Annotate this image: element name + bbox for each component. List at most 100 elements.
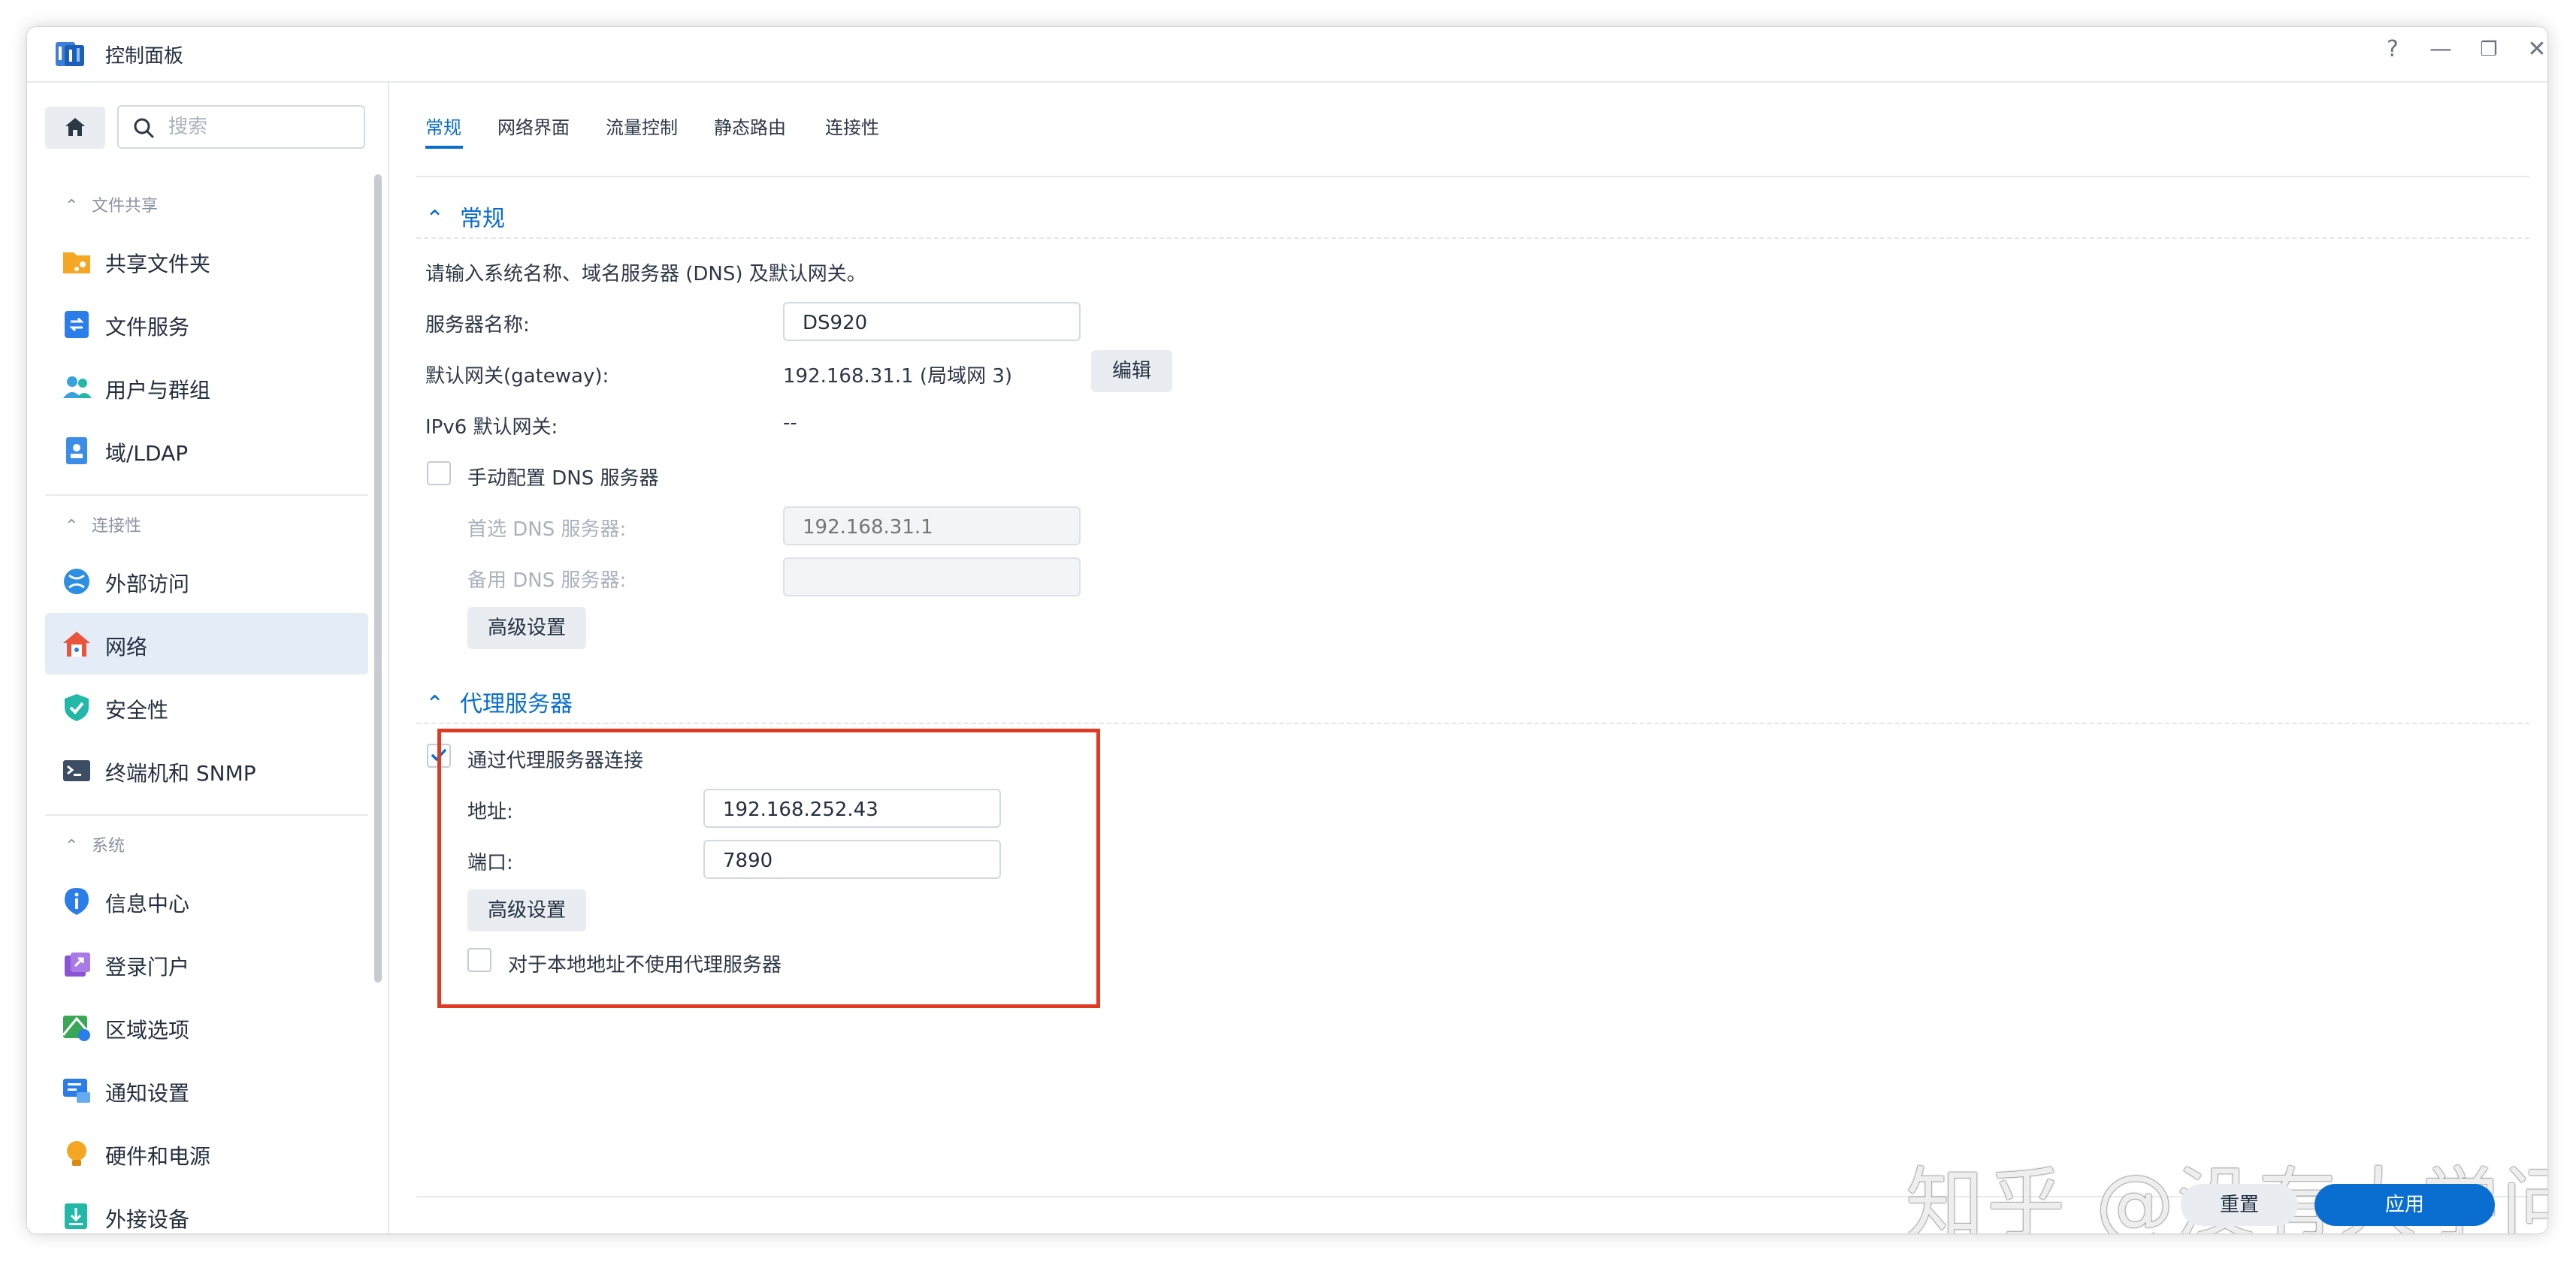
section-title: 代理服务器 <box>460 691 573 717</box>
info-icon <box>65 888 89 915</box>
tab-network-interface[interactable]: 网络界面 <box>497 113 570 139</box>
folder-share-icon <box>63 252 90 273</box>
sidebar-item-label: 登录门户 <box>105 955 190 980</box>
server-name-label: 服务器名称: <box>425 314 530 337</box>
chevron-up-icon: ⌃ <box>65 517 79 536</box>
apply-button[interactable]: 应用 <box>2314 1184 2495 1226</box>
window-title: 控制面板 <box>105 45 184 68</box>
main-panel: 常规 网络界面 流量控制 静态路由 连接性 ⌃ 常规 请输入系统名称、域名服务器 … <box>389 83 2547 1233</box>
sidebar-item-label: 区域选项 <box>105 1018 190 1043</box>
search-input[interactable] <box>167 113 350 141</box>
sidebar-item-external-devices[interactable]: 外接设备 <box>45 1185 368 1233</box>
sidebar-item-label: 终端机和 SNMP <box>105 761 256 786</box>
sidebar-item-label: 信息中心 <box>105 892 190 916</box>
external-device-icon <box>65 1203 87 1229</box>
sidebar-item-external-access[interactable]: 外部访问 <box>45 550 368 611</box>
section-header-general[interactable]: ⌃ 常规 <box>425 200 505 233</box>
home-button[interactable] <box>45 107 105 149</box>
active-tab-indicator <box>425 146 463 149</box>
sidebar-item-file-services[interactable]: 文件服务 <box>45 293 368 355</box>
sidebar: ⌃ 文件共享 共享文件夹 文件服务 用户与群组 <box>27 83 389 1233</box>
server-name-input[interactable] <box>801 309 1060 337</box>
sidebar-item-security[interactable]: 安全性 <box>45 676 368 738</box>
sidebar-item-label: 网络 <box>105 635 148 660</box>
group-label: 系统 <box>92 837 125 856</box>
ldap-icon <box>66 437 87 464</box>
group-label: 连接性 <box>92 517 142 536</box>
users-icon <box>63 376 92 398</box>
group-header-file-sharing[interactable]: ⌃ 文件共享 <box>65 192 158 216</box>
gateway-label: 默认网关(gateway): <box>425 365 609 388</box>
external-access-icon <box>64 569 89 594</box>
sidebar-item-label: 用户与群组 <box>105 378 211 403</box>
control-panel-app-icon <box>56 42 84 66</box>
server-name-field[interactable] <box>783 302 1081 341</box>
section-divider <box>416 237 2529 239</box>
search-icon <box>134 118 154 138</box>
minimize-icon[interactable]: — <box>2424 36 2457 62</box>
highlight-annotation-box <box>437 729 1100 1008</box>
manual-dns-label: 手动配置 DNS 服务器 <box>467 467 659 490</box>
group-header-system[interactable]: ⌃ 系统 <box>65 832 125 856</box>
preferred-dns-label: 首选 DNS 服务器: <box>467 518 627 541</box>
reset-button[interactable]: 重置 <box>2181 1184 2298 1226</box>
sidebar-item-notification[interactable]: 通知设置 <box>45 1059 368 1121</box>
sidebar-item-regional-options[interactable]: 区域选项 <box>45 996 368 1058</box>
title-bar: 控制面板 ? — ❐ ✕ <box>27 27 2547 83</box>
sidebar-item-label: 通知设置 <box>105 1081 190 1106</box>
sidebar-search[interactable] <box>117 105 365 149</box>
ipv6-gateway-value: -- <box>783 412 797 434</box>
section-header-proxy[interactable]: ⌃ 代理服务器 <box>425 685 573 718</box>
sidebar-item-hardware-power[interactable]: 硬件和电源 <box>45 1122 368 1184</box>
notification-icon <box>63 1079 90 1103</box>
chevron-up-icon: ⌃ <box>425 691 445 717</box>
sidebar-item-label: 安全性 <box>105 698 169 723</box>
sidebar-item-login-portal[interactable]: 登录门户 <box>45 933 368 995</box>
sidebar-item-label: 共享文件夹 <box>105 252 211 276</box>
group-divider <box>45 814 368 816</box>
sidebar-item-label: 外部访问 <box>105 572 190 596</box>
preferred-dns-field <box>783 506 1081 545</box>
sidebar-item-ldap[interactable]: 域/LDAP <box>45 419 368 481</box>
bulb-icon <box>67 1141 86 1166</box>
sidebar-item-label: 硬件和电源 <box>105 1144 211 1169</box>
close-icon[interactable]: ✕ <box>2520 36 2547 62</box>
sidebar-item-label: 域/LDAP <box>105 441 189 466</box>
terminal-icon <box>63 760 90 781</box>
shield-icon <box>65 694 89 721</box>
group-label: 文件共享 <box>92 197 159 216</box>
tab-general[interactable]: 常规 <box>425 113 461 139</box>
sidebar-item-terminal-snmp[interactable]: 终端机和 SNMP <box>45 739 368 801</box>
chevron-up-icon: ⌃ <box>65 197 79 216</box>
general-intro-text: 请输入系统名称、域名服务器 (DNS) 及默认网关。 <box>425 263 866 285</box>
group-divider <box>45 494 368 496</box>
sidebar-item-label: 文件服务 <box>105 315 190 340</box>
preferred-dns-input <box>801 514 1060 541</box>
sidebar-scrollbar[interactable] <box>374 174 382 983</box>
edit-gateway-button[interactable]: 编辑 <box>1091 350 1172 392</box>
alternate-dns-label: 备用 DNS 服务器: <box>467 569 627 592</box>
sidebar-item-label: 外接设备 <box>105 1207 190 1232</box>
sidebar-item-shared-folder[interactable]: 共享文件夹 <box>45 230 368 291</box>
file-service-icon <box>65 311 89 338</box>
tab-divider <box>416 176 2529 177</box>
control-panel-window: 控制面板 ? — ❐ ✕ ⌃文件共享 共享文 <box>27 27 2547 1233</box>
group-header-connectivity[interactable]: ⌃ 连接性 <box>65 512 141 536</box>
network-house-icon <box>63 632 90 657</box>
home-icon <box>65 118 85 136</box>
tab-connectivity[interactable]: 连接性 <box>825 113 879 139</box>
tab-traffic-control[interactable]: 流量控制 <box>606 113 678 139</box>
tab-static-route[interactable]: 静态路由 <box>714 113 786 139</box>
help-icon[interactable]: ? <box>2376 36 2409 62</box>
gateway-value: 192.168.31.1 (局域网 3) <box>783 365 1013 388</box>
sidebar-item-users-groups[interactable]: 用户与群组 <box>45 356 368 418</box>
restore-icon[interactable]: ❐ <box>2472 38 2505 61</box>
alternate-dns-input <box>801 565 1060 592</box>
chevron-up-icon: ⌃ <box>65 837 79 856</box>
dns-advanced-settings-button[interactable]: 高级设置 <box>467 607 586 649</box>
sidebar-item-network[interactable]: 网络 <box>45 613 368 675</box>
section-title: 常规 <box>460 206 505 232</box>
manual-dns-checkbox[interactable] <box>427 461 451 485</box>
ipv6-gateway-label: IPv6 默认网关: <box>425 416 558 439</box>
sidebar-item-info-center[interactable]: 信息中心 <box>45 870 368 931</box>
